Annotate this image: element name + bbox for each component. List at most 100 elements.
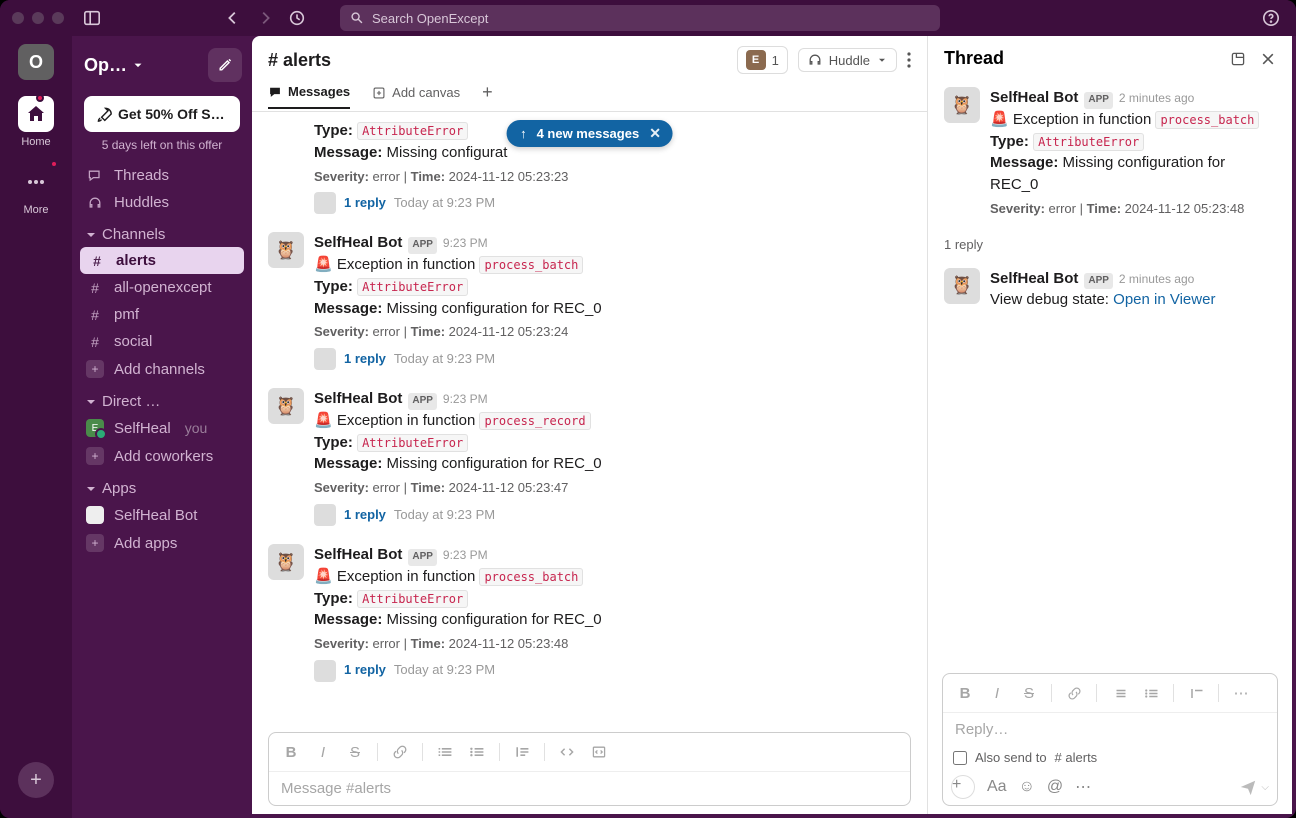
- composer-input[interactable]: Reply…: [943, 713, 1277, 746]
- sidebar-threads[interactable]: Threads: [72, 162, 252, 189]
- threads-label: Threads: [114, 167, 169, 184]
- add-apps-label: Add apps: [114, 535, 177, 552]
- reply-link[interactable]: 1 reply: [344, 506, 386, 525]
- mention-button[interactable]: @: [1047, 778, 1063, 796]
- huddle-button[interactable]: Huddle: [798, 48, 897, 72]
- add-apps[interactable]: + Add apps: [72, 529, 252, 557]
- nav-forward-icon[interactable]: [256, 9, 274, 27]
- author-name[interactable]: SelfHeal Bot: [314, 232, 402, 254]
- attach-button[interactable]: +: [951, 775, 975, 799]
- dms-section-header[interactable]: Direct …: [72, 383, 252, 414]
- workspace-switcher[interactable]: O: [18, 44, 54, 80]
- new-messages-pill[interactable]: ↑ 4 new messages ✕: [506, 120, 673, 147]
- bold-button[interactable]: B: [951, 680, 979, 706]
- author-name[interactable]: SelfHeal Bot: [314, 388, 402, 410]
- notification-badge: [50, 160, 58, 168]
- channel-label: social: [114, 333, 152, 350]
- apps-label: Apps: [102, 480, 136, 497]
- bot-avatar: 🦉: [944, 87, 980, 123]
- open-viewer-link[interactable]: Open in Viewer: [1113, 291, 1215, 308]
- message-list[interactable]: ↑ 4 new messages ✕ Type: AttributeError …: [252, 112, 927, 722]
- channel-alerts[interactable]: # alerts: [80, 247, 244, 274]
- author-name[interactable]: SelfHeal Bot: [314, 544, 402, 566]
- composer-input[interactable]: Message #alerts: [269, 772, 910, 805]
- blockquote-button[interactable]: [1182, 680, 1210, 706]
- link-button[interactable]: [386, 739, 414, 765]
- more-actions-icon[interactable]: ⋯: [1075, 777, 1091, 797]
- hash-icon: #: [86, 307, 104, 323]
- tab-add[interactable]: +: [482, 82, 493, 111]
- type-label: Type:: [990, 133, 1029, 150]
- add-coworkers[interactable]: + Add coworkers: [72, 442, 252, 470]
- thread-composer[interactable]: B I S ⋯ Reply…: [942, 673, 1278, 806]
- channel-all-openexcept[interactable]: # all-openexcept: [72, 274, 252, 301]
- history-icon[interactable]: [288, 9, 306, 27]
- channels-section-header[interactable]: Channels: [72, 216, 252, 247]
- link-button[interactable]: [1060, 680, 1088, 706]
- promo-banner[interactable]: Get 50% Off S…: [84, 96, 240, 132]
- composer-toolbar: B I S: [269, 733, 910, 772]
- bullet-list-button[interactable]: [1137, 680, 1165, 706]
- maximize-window[interactable]: [52, 12, 64, 24]
- codeblock-button[interactable]: [585, 739, 613, 765]
- open-in-window-icon[interactable]: [1230, 51, 1246, 67]
- add-workspace-button[interactable]: +: [18, 762, 54, 798]
- author-name[interactable]: SelfHeal Bot: [990, 268, 1078, 290]
- msg-label: Message:: [314, 455, 382, 472]
- dm-self[interactable]: E SelfHeal you: [72, 414, 252, 442]
- close-thread-icon[interactable]: [1260, 51, 1276, 67]
- thread-body[interactable]: 🦉 SelfHeal Bot APP 2 minutes ago 🚨 Excep…: [928, 77, 1292, 663]
- tab-add-canvas[interactable]: Add canvas: [372, 85, 460, 108]
- bullet-list-button[interactable]: [463, 739, 491, 765]
- italic-button[interactable]: I: [983, 680, 1011, 706]
- strike-button[interactable]: S: [1015, 680, 1043, 706]
- send-button[interactable]: [1239, 778, 1257, 796]
- help-icon[interactable]: [1262, 9, 1280, 27]
- reply-link[interactable]: 1 reply: [344, 661, 386, 680]
- send-options-icon[interactable]: ⌵: [1261, 782, 1269, 793]
- rail-home[interactable]: Home: [18, 96, 54, 148]
- strike-button[interactable]: S: [341, 739, 369, 765]
- bold-button[interactable]: B: [277, 739, 305, 765]
- emoji-button[interactable]: ☺: [1019, 778, 1035, 796]
- add-channels[interactable]: + Add channels: [72, 355, 252, 383]
- apps-section-header[interactable]: Apps: [72, 470, 252, 501]
- more-formatting-icon[interactable]: ⋯: [1227, 680, 1255, 706]
- blockquote-button[interactable]: [508, 739, 536, 765]
- reply-link[interactable]: 1 reply: [344, 350, 386, 369]
- type-value: AttributeError: [357, 278, 468, 296]
- timestamp: 9:23 PM: [443, 547, 488, 564]
- channel-pmf[interactable]: # pmf: [72, 301, 252, 328]
- chevron-down-icon: [131, 58, 145, 72]
- app-selfheal-bot[interactable]: SelfHeal Bot: [72, 501, 252, 529]
- reply-time: Today at 9:23 PM: [394, 661, 495, 680]
- close-window[interactable]: [12, 12, 24, 24]
- also-send-checkbox[interactable]: [953, 751, 967, 765]
- channel-title-button[interactable]: # alerts: [268, 50, 331, 71]
- hash-icon: #: [88, 253, 106, 269]
- code-button[interactable]: [553, 739, 581, 765]
- italic-button[interactable]: I: [309, 739, 337, 765]
- sidebar-toggle-icon[interactable]: [80, 6, 104, 30]
- members-button[interactable]: E 1: [737, 46, 788, 74]
- nav-back-icon[interactable]: [224, 9, 242, 27]
- formatting-toggle[interactable]: Aa: [987, 778, 1007, 796]
- more-actions-icon[interactable]: [907, 52, 911, 68]
- reply-link[interactable]: 1 reply: [344, 194, 386, 213]
- search-input[interactable]: Search OpenExcept: [340, 5, 940, 31]
- channel-social[interactable]: # social: [72, 328, 252, 355]
- author-name[interactable]: SelfHeal Bot: [990, 87, 1078, 109]
- minimize-window[interactable]: [32, 12, 44, 24]
- notification-badge: [36, 94, 44, 102]
- workspace-name-button[interactable]: Op…: [84, 55, 145, 76]
- ordered-list-button[interactable]: [1105, 680, 1133, 706]
- rail-more[interactable]: More: [18, 164, 54, 216]
- channel-title: # alerts: [268, 50, 331, 71]
- compose-button[interactable]: [208, 48, 242, 82]
- close-icon[interactable]: ✕: [649, 125, 661, 142]
- message-composer[interactable]: B I S Message #alerts: [268, 732, 911, 806]
- sidebar-huddles[interactable]: Huddles: [72, 189, 252, 216]
- plus-icon: +: [86, 447, 104, 465]
- tab-messages[interactable]: Messages: [268, 84, 350, 109]
- ordered-list-button[interactable]: [431, 739, 459, 765]
